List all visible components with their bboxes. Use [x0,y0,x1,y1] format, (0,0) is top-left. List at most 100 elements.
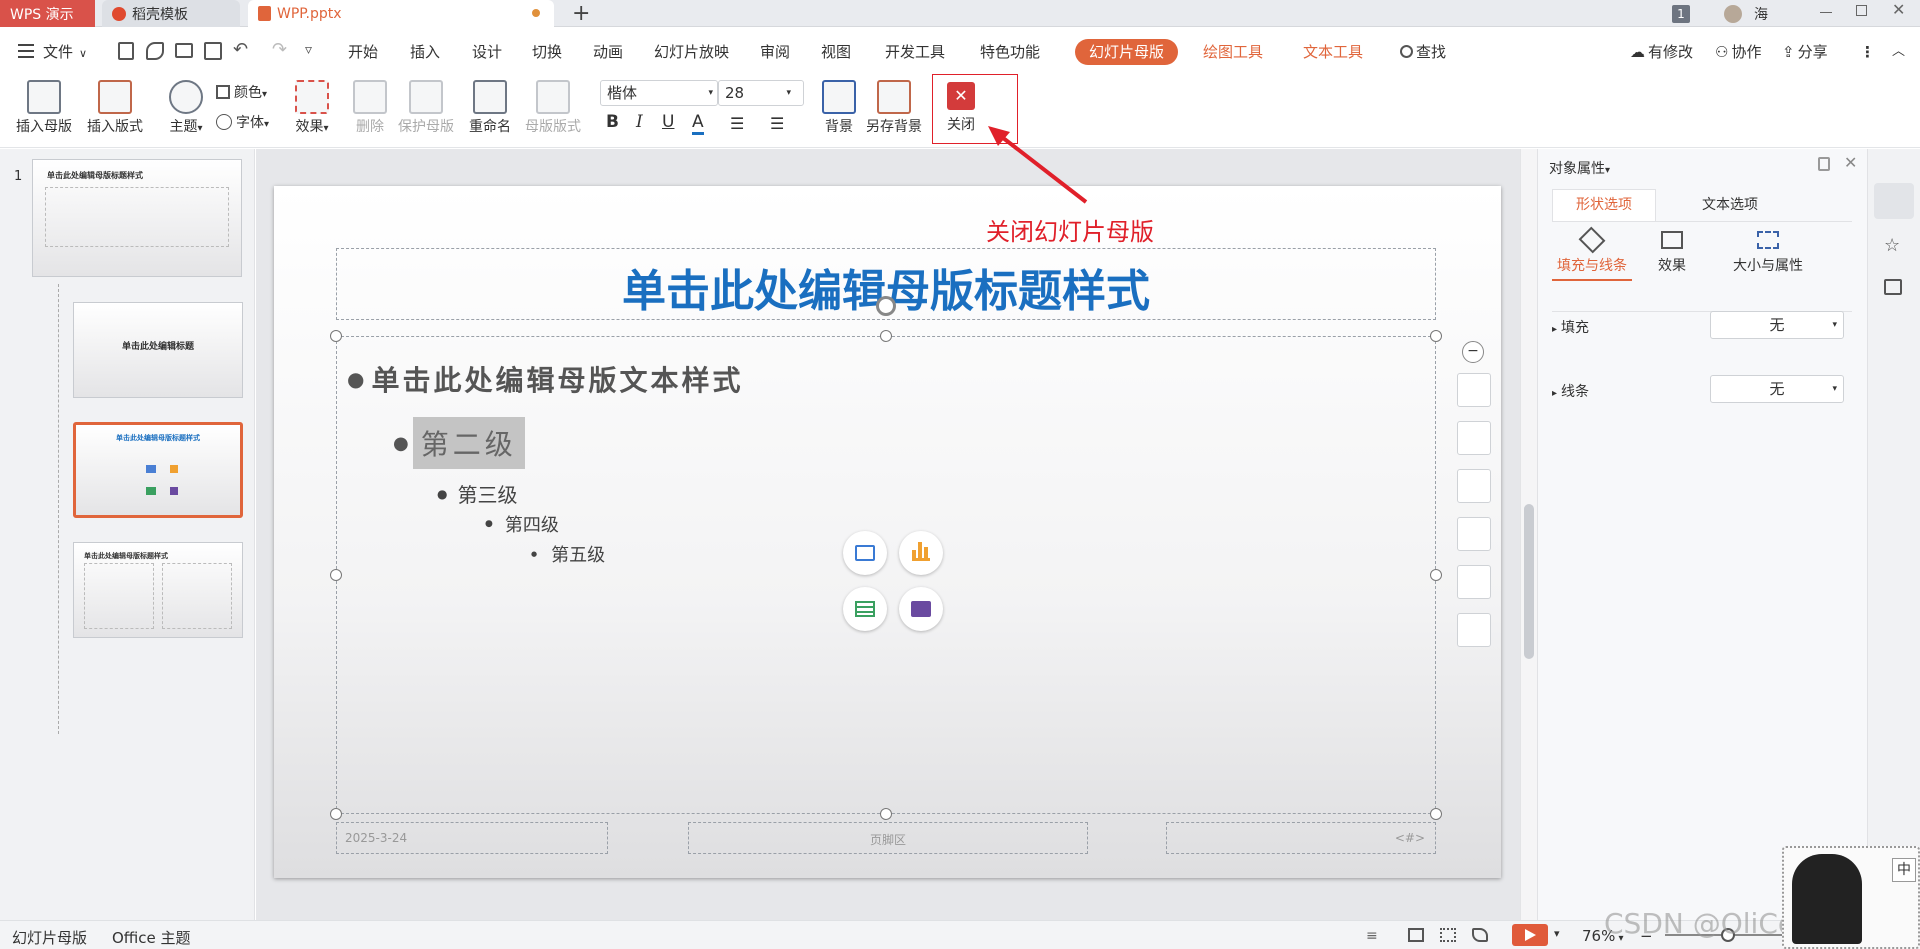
copy-icon[interactable] [1884,279,1902,295]
subtab-fill-line[interactable]: 填充与线条 [1552,226,1632,281]
menu-view[interactable]: 视图 [821,28,851,76]
numbered-list-icon[interactable]: ☰ [770,114,784,133]
print-icon[interactable] [175,43,193,58]
save-icon[interactable] [118,42,134,60]
menu-transition[interactable]: 切换 [532,28,562,76]
play-button[interactable] [1512,924,1548,946]
font-color-icon[interactable]: A [692,112,704,135]
resize-handle[interactable] [880,330,892,342]
properties-header[interactable]: 对象属性▾ [1549,158,1610,178]
footer-placeholder[interactable]: 页脚区 [688,822,1088,854]
hamburger-icon[interactable] [18,44,34,58]
resize-handle[interactable] [330,569,342,581]
resize-handle[interactable] [1430,808,1442,820]
tab-text-options[interactable]: 文本选项 [1678,189,1782,221]
color-button[interactable]: 颜色▾ [216,82,267,102]
print-preview-icon[interactable] [204,42,222,60]
fill-row-label[interactable]: ▸ 填充 [1552,311,1589,347]
insert-master-button[interactable]: 插入母版 [12,76,76,148]
save-background-button[interactable]: 另存背景 [862,76,926,148]
vertical-scrollbar[interactable] [1520,149,1537,920]
font-size-select[interactable]: 28 ▾ [718,80,804,106]
avatar[interactable] [1724,5,1742,23]
window-count-badge[interactable]: 1 [1672,5,1690,23]
menu-slideshow[interactable]: 幻灯片放映 [654,28,729,76]
tab-file[interactable]: WPP.pptx [248,0,554,27]
tab-wps[interactable]: WPS 演示 [0,0,95,27]
fill-select[interactable]: 无 ▾ [1710,311,1844,339]
resize-handle[interactable] [330,330,342,342]
menu-developer[interactable]: 开发工具 [885,28,945,76]
menu-review[interactable]: 审阅 [760,28,790,76]
bullet-list-icon[interactable]: ☰ [730,114,744,133]
scrollbar-thumb[interactable] [1524,504,1534,659]
close-master-button[interactable]: ✕ 关闭 [940,76,982,148]
lock-icon[interactable] [1818,157,1830,171]
tab-drawing-tools[interactable]: 绘图工具 [1203,28,1263,76]
line-row-label[interactable]: ▸ 线条 [1552,375,1589,411]
search-button[interactable]: 查找 [1400,28,1446,76]
tab-text-tools[interactable]: 文本工具 [1303,28,1363,76]
sorter-view-icon[interactable] [1440,928,1456,942]
resize-handle[interactable] [1430,330,1442,342]
rotate-handle-icon[interactable] [876,296,896,316]
collapse-toolbar-icon[interactable]: − [1462,341,1484,363]
insert-table-icon[interactable] [843,587,887,631]
theme-button[interactable]: 主题▾ [162,76,210,148]
tab-slide-master[interactable]: 幻灯片母版 [1075,39,1179,65]
background-button[interactable]: 背景 [820,76,858,148]
menu-home[interactable]: 开始 [348,28,378,76]
master-layout-button[interactable]: 母版版式 [520,76,586,148]
resize-handle[interactable] [1430,569,1442,581]
rename-button[interactable]: 重命名 [462,76,518,148]
insert-layout-button[interactable]: 插入版式 [82,76,148,148]
pin-icon[interactable]: ☆ [1884,235,1900,256]
quick-access-more-icon[interactable]: ▿ [305,42,312,58]
changes-button[interactable]: ☁ 有修改 [1630,28,1693,76]
insert-chart-icon[interactable] [899,531,943,575]
font-theme-button[interactable]: 字体▾ [216,112,269,132]
insert-video-icon[interactable] [899,587,943,631]
bold-icon[interactable]: B [606,112,619,132]
subtab-effect[interactable]: 效果 [1642,231,1702,275]
share-button[interactable]: ⇪ 分享 [1782,28,1828,76]
page-number-placeholder[interactable]: <#> [1166,822,1436,854]
tab-template[interactable]: 稻壳模板 [102,0,240,27]
redo-icon[interactable]: ↷ [272,39,287,60]
text-direction-icon[interactable] [1457,565,1491,599]
menu-animation[interactable]: 动画 [593,28,623,76]
play-options-icon[interactable]: ▾ [1554,927,1560,940]
collapse-ribbon-icon[interactable]: ︿ [1892,28,1905,76]
character-icon[interactable] [1457,613,1491,647]
underline-icon[interactable]: U [662,112,674,132]
layers-icon[interactable] [1457,373,1491,407]
fill-icon[interactable] [1457,469,1491,503]
menu-design[interactable]: 设计 [472,28,502,76]
protect-master-button[interactable]: 保护母版 [392,76,460,148]
tab-shape-options[interactable]: 形状选项 [1552,189,1656,221]
export-icon[interactable] [146,42,164,60]
date-placeholder[interactable]: 2025-3-24 [336,822,608,854]
thumbnail-layout-title[interactable]: 单击此处编辑标题 [73,302,243,398]
menu-features[interactable]: 特色功能 [980,28,1040,76]
collaborate-button[interactable]: ⚇ 协作 [1715,28,1761,76]
menu-file[interactable]: 文件 ∨ [43,28,87,76]
effect-button[interactable]: 效果▾ [288,76,336,148]
thumbnail-layout-content[interactable]: 单击此处编辑母版标题样式 [73,422,243,518]
font-name-select[interactable]: 楷体 ▾ [600,80,718,106]
more-icon[interactable]: ⋮ [1860,28,1875,76]
delete-button[interactable]: 删除 [348,76,392,148]
subtab-size[interactable]: 大小与属性 [1722,231,1814,275]
undo-icon[interactable]: ↶ [233,39,248,60]
minimize-icon[interactable] [1820,12,1832,13]
resize-handle[interactable] [880,808,892,820]
close-window-icon[interactable]: ✕ [1892,0,1905,19]
insert-picture-icon[interactable] [843,531,887,575]
notes-icon[interactable]: ≡ [1366,928,1378,944]
properties-rail-icon[interactable] [1874,183,1914,219]
resize-handle[interactable] [330,808,342,820]
thumbnail-master[interactable]: 单击此处编辑母版标题样式 [32,159,242,277]
new-tab-button[interactable]: + [572,1,590,26]
border-icon[interactable] [1457,517,1491,551]
menu-insert[interactable]: 插入 [410,28,440,76]
